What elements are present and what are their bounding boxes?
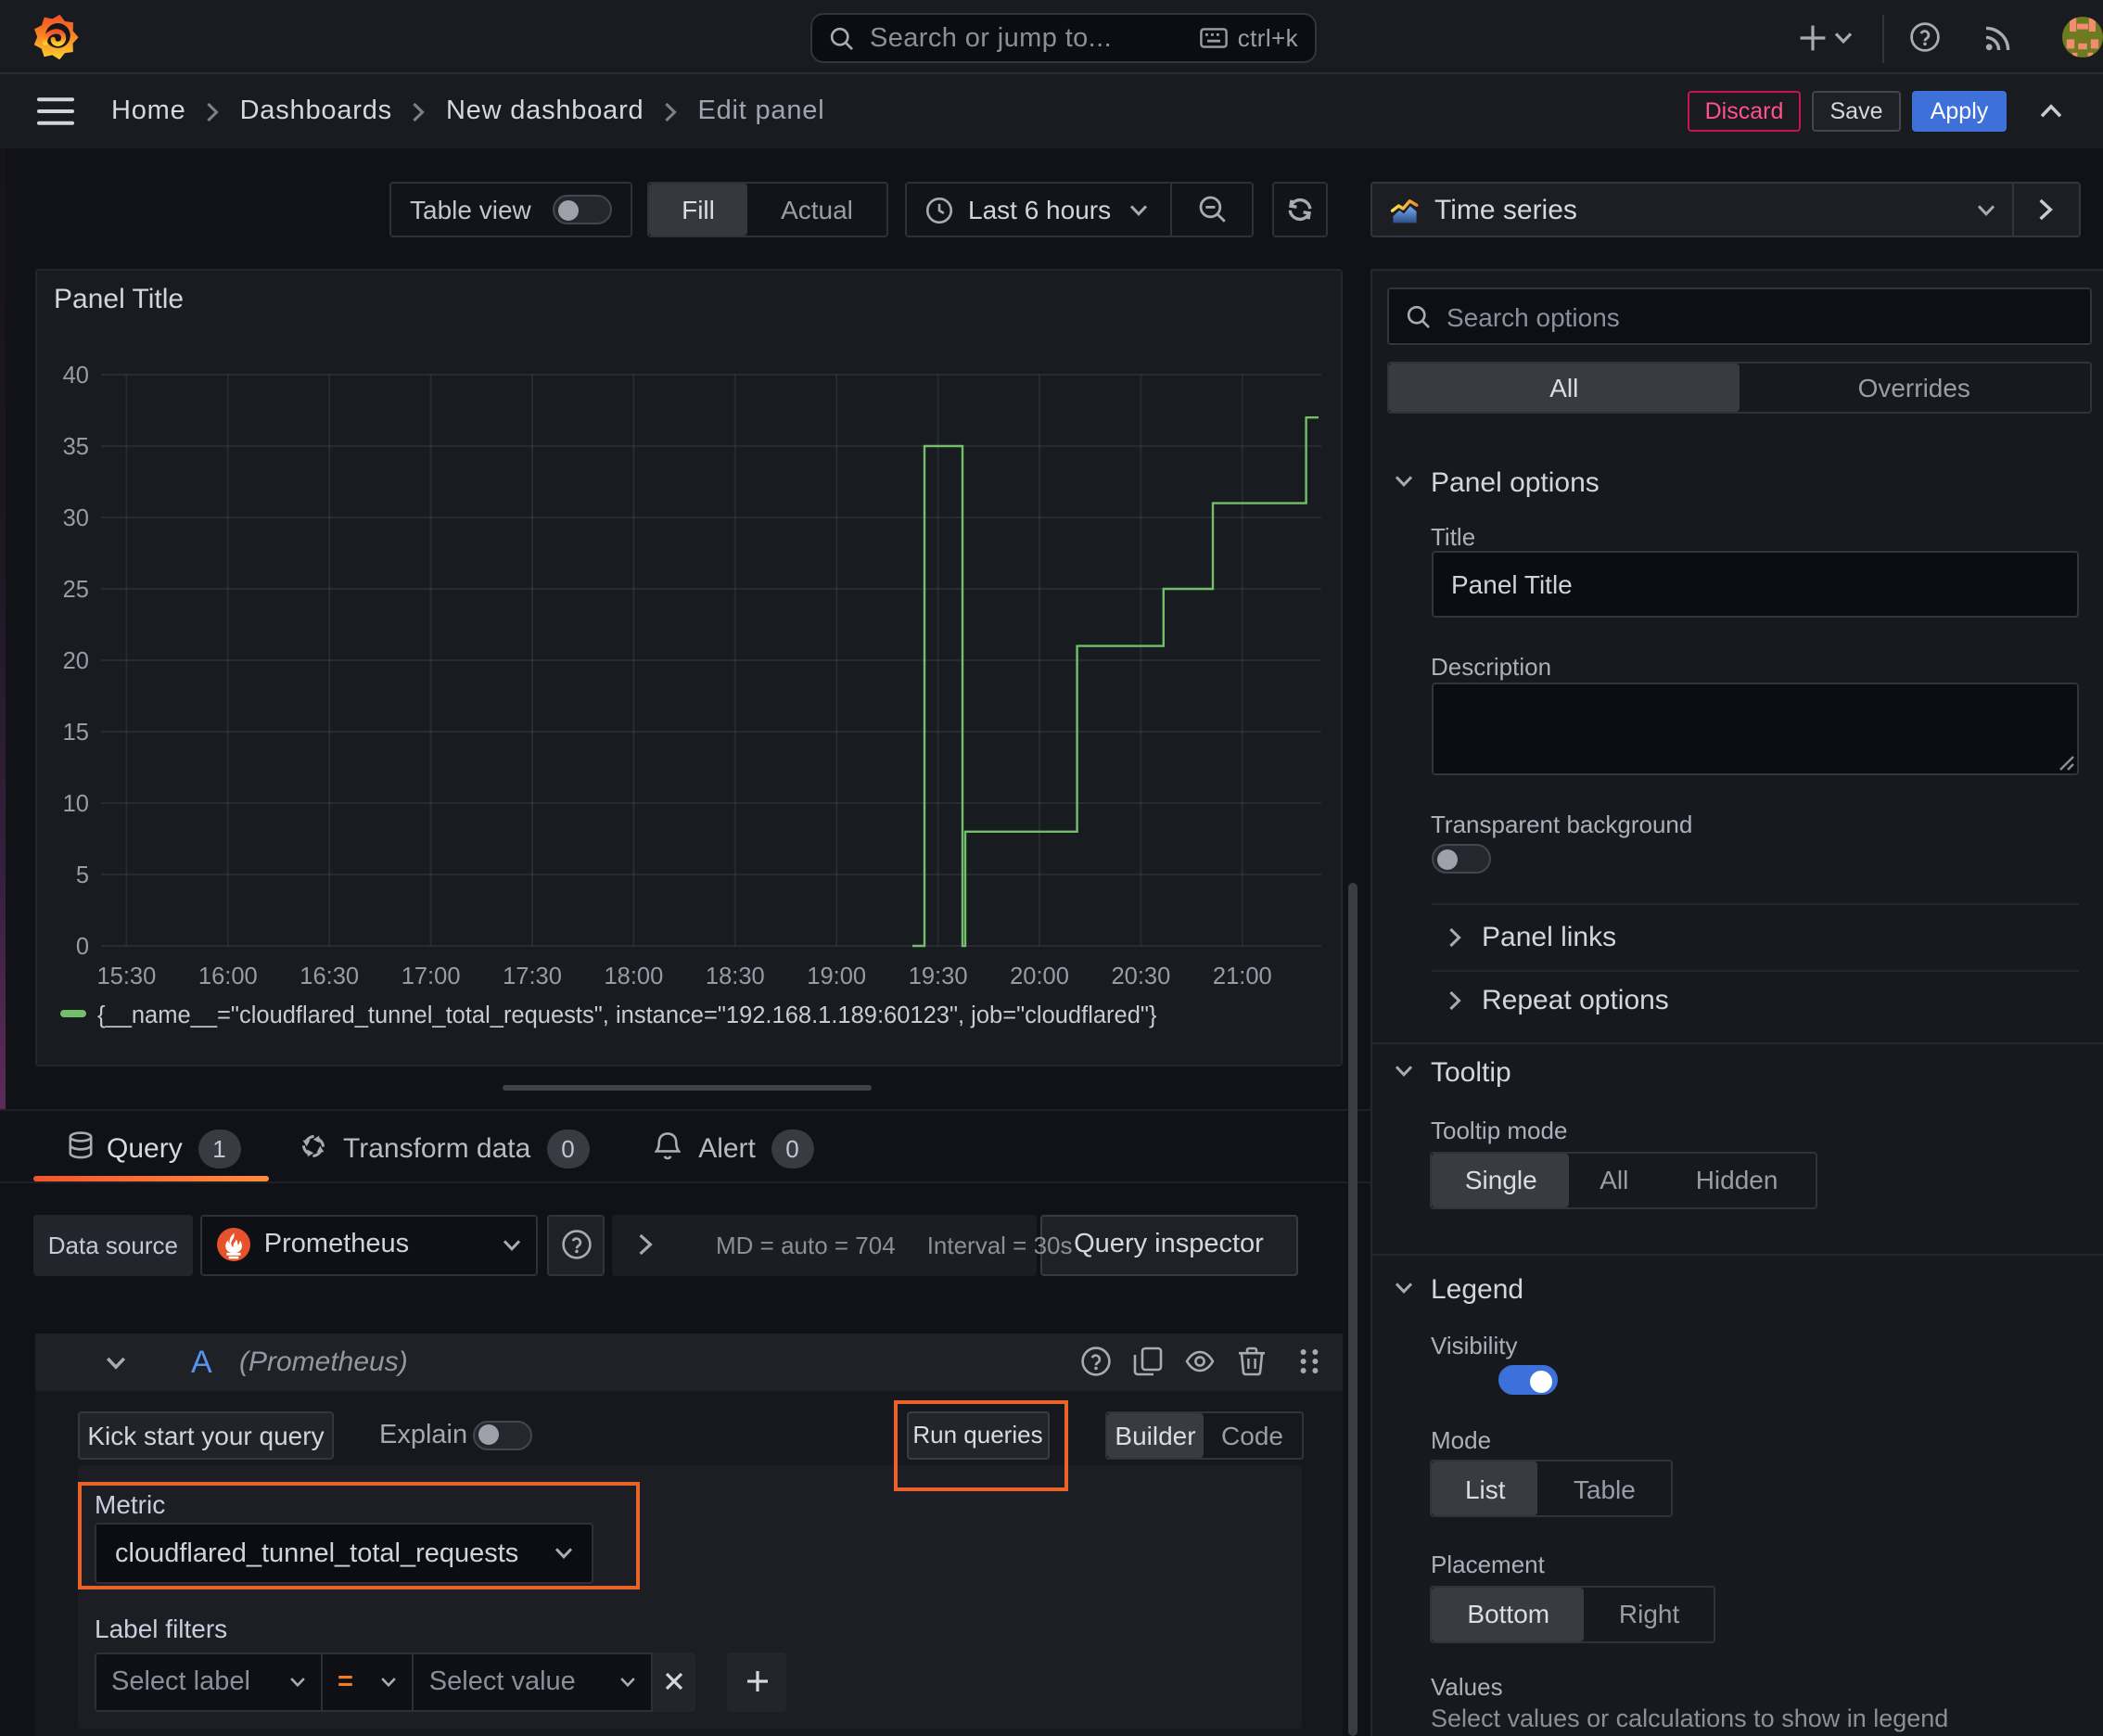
svg-text:35: 35	[62, 434, 88, 460]
svg-text:18:00: 18:00	[603, 964, 662, 989]
svg-text:10: 10	[62, 791, 88, 817]
svg-text:25: 25	[62, 577, 88, 603]
svg-text:16:00: 16:00	[198, 964, 257, 989]
svg-text:5: 5	[75, 862, 88, 888]
svg-text:{__name__="cloudflared_tunnel_: {__name__="cloudflared_tunnel_total_requ…	[96, 1002, 1156, 1028]
svg-text:19:30: 19:30	[908, 964, 967, 989]
svg-text:30: 30	[62, 505, 88, 531]
svg-text:15:30: 15:30	[96, 964, 155, 989]
svg-text:16:30: 16:30	[299, 964, 358, 989]
svg-text:17:30: 17:30	[502, 964, 561, 989]
svg-text:19:00: 19:00	[806, 964, 865, 989]
svg-text:0: 0	[75, 934, 88, 960]
svg-text:15: 15	[62, 720, 88, 746]
svg-text:20:30: 20:30	[1110, 964, 1169, 989]
svg-text:17:00: 17:00	[401, 964, 460, 989]
svg-text:40: 40	[62, 363, 88, 389]
svg-text:18:30: 18:30	[705, 964, 764, 989]
svg-text:20:00: 20:00	[1009, 964, 1068, 989]
svg-text:20: 20	[62, 648, 88, 674]
svg-text:21:00: 21:00	[1212, 964, 1271, 989]
